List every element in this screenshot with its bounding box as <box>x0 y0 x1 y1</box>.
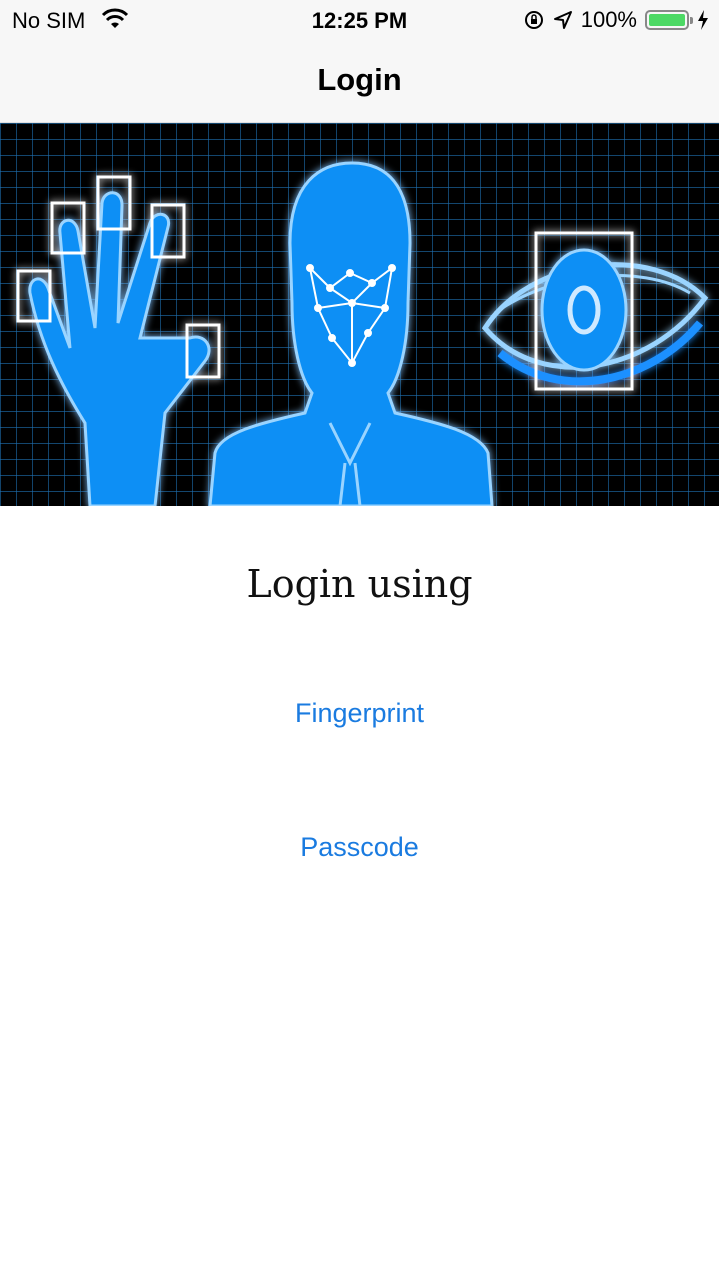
page-title: Login <box>317 62 402 97</box>
location-arrow-icon <box>553 11 572 29</box>
biometrics-illustration <box>0 123 719 506</box>
battery-percent: 100% <box>580 7 637 32</box>
status-bar: No SIM 12:25 PM 100% <box>0 0 719 40</box>
charging-bolt-icon <box>698 10 708 30</box>
passcode-button[interactable]: Passcode <box>0 832 719 863</box>
navigation-bar: Login <box>0 40 719 123</box>
fingerprint-button[interactable]: Fingerprint <box>0 698 719 729</box>
status-right-group: 100% <box>515 6 709 34</box>
battery-icon <box>645 10 693 30</box>
orientation-lock-icon <box>524 11 543 29</box>
login-using-heading: Login using <box>246 562 473 606</box>
hero-image <box>0 123 719 506</box>
